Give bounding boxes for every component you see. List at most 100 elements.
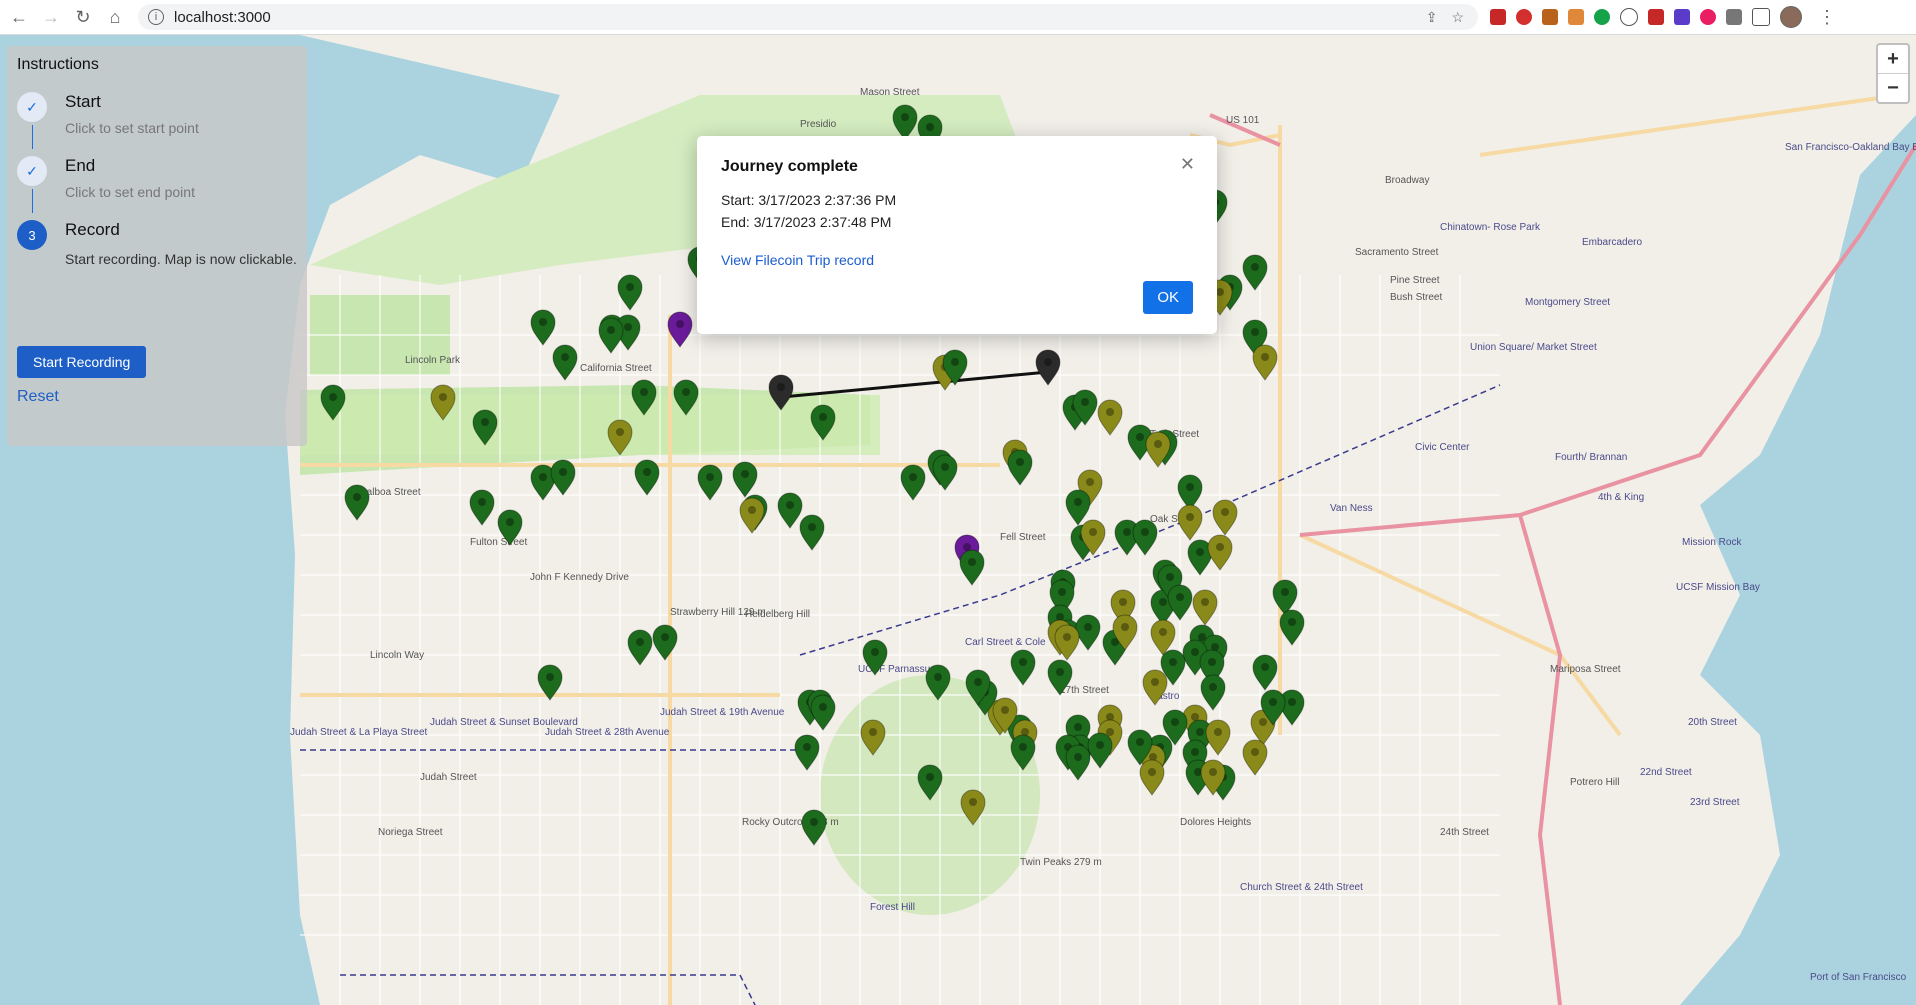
map-pin-center [934,673,942,681]
zoom-in-button[interactable]: + [1878,45,1908,73]
map-pin-center [941,463,949,471]
map-pin-center [1123,528,1131,536]
step-connector [32,125,33,149]
address-bar[interactable]: i localhost:3000 ⇪ ☆ [138,4,1478,30]
map-pin-center [951,358,959,366]
map-pin-center [741,470,749,478]
svg-text:Mason Street: Mason Street [860,87,920,98]
svg-text:San Francisco-Oakland Bay Brid: San Francisco-Oakland Bay Bridge West Sp… [1785,142,1916,153]
zoom-control: + − [1876,43,1910,104]
map-pin-center [1196,728,1204,736]
svg-text:Forest Hill: Forest Hill [870,902,915,913]
svg-text:Lincoln Way: Lincoln Way [370,650,424,661]
step-record: 3 Record Start recording. Map is now cli… [17,220,297,270]
map-pin-center [1148,768,1156,776]
map-pin-center [1084,623,1092,631]
map-pin-center [607,326,615,334]
map-pin-center [1176,593,1184,601]
svg-text:Union Square/ Market Street: Union Square/ Market Street [1470,342,1597,353]
svg-text:Lincoln Park: Lincoln Park [405,355,461,366]
info-icon[interactable]: i [148,9,164,25]
zoom-out-button[interactable]: − [1878,73,1908,102]
map-pin-center [1081,398,1089,406]
svg-text:Fell Street: Fell Street [1000,532,1046,543]
map-pin-center [329,393,337,401]
extension-icon[interactable] [1490,9,1506,25]
svg-text:Judah Street & 28th Avenue: Judah Street & 28th Avenue [545,727,670,738]
map-pin-center [869,728,877,736]
map-pin-center [819,703,827,711]
map-pin-center [481,418,489,426]
map-pin-center [1251,748,1259,756]
svg-text:Mariposa Street: Mariposa Street [1550,664,1621,675]
map-pin-center [1216,288,1224,296]
map-pin-center [1089,528,1097,536]
back-icon[interactable]: ← [6,4,32,30]
share-icon[interactable]: ⇪ [1426,9,1438,26]
svg-text:Judah Street & 19th Avenue: Judah Street & 19th Avenue [660,707,785,718]
check-icon: ✓ [17,156,47,186]
reset-link[interactable]: Reset [17,388,59,406]
map-pin-center [706,473,714,481]
map-pin-center [1056,668,1064,676]
sidebar-icon[interactable] [1752,8,1770,26]
forward-icon[interactable]: → [38,4,64,30]
profile-avatar[interactable] [1780,6,1802,28]
map-pin-center [439,393,447,401]
map-pin-center [1196,548,1204,556]
home-icon[interactable]: ⌂ [102,4,128,30]
map-pin-center [353,493,361,501]
map-pin-center [901,113,909,121]
map-pin-center [1201,598,1209,606]
map-pin-center [1044,358,1052,366]
close-icon[interactable]: ✕ [1180,154,1195,175]
extension-icon[interactable] [1542,9,1558,25]
reload-icon[interactable]: ↻ [70,4,96,30]
map-pin-center [1016,458,1024,466]
url-text: localhost:3000 [174,8,271,26]
filecoin-trip-record-link[interactable]: View Filecoin Trip record [721,252,1193,268]
svg-text:4th & King: 4th & King [1598,492,1644,503]
svg-text:Potrero Hill: Potrero Hill [1570,777,1619,788]
extension-icon[interactable] [1674,9,1690,25]
map-pin-center [748,506,756,514]
puzzle-icon[interactable] [1726,9,1742,25]
adblock-icon[interactable] [1516,9,1532,25]
map-pin-center [561,353,569,361]
svg-text:California Street: California Street [580,363,652,374]
map-pin-center [1251,263,1259,271]
svg-text:Judah Street: Judah Street [420,772,477,783]
color-picker-icon[interactable] [1700,9,1716,25]
map-pin-center [968,558,976,566]
map-pin-center [1136,738,1144,746]
map-pin-center [1151,678,1159,686]
start-recording-button[interactable]: Start Recording [17,346,147,378]
metamask-icon[interactable] [1568,9,1584,25]
svg-text:Van Ness: Van Ness [1330,503,1373,514]
svg-text:Church Street & 24th Street: Church Street & 24th Street [1240,882,1363,893]
menu-kebab-icon[interactable]: ⋮ [1818,7,1836,28]
map-pin-center [1261,353,1269,361]
map-pin-center [1136,433,1144,441]
map-pin-center [1191,748,1199,756]
map-pin-center [1191,648,1199,656]
grammarly-icon[interactable] [1594,9,1610,25]
ok-button[interactable]: OK [1143,281,1193,314]
map-pin-center [926,123,934,131]
bookmark-star-icon[interactable]: ☆ [1451,9,1464,26]
step-title: Record [65,220,120,239]
map-pin-center [1209,683,1217,691]
step-number-badge: 3 [17,220,47,250]
map-pin-center [1159,628,1167,636]
map-pin-center [1208,658,1216,666]
svg-text:17th Street: 17th Street [1060,685,1109,696]
map-pin-center [786,501,794,509]
map-pin-center [1063,633,1071,641]
map-pin-center [1074,753,1082,761]
svg-text:Noriega Street: Noriega Street [378,827,443,838]
map-pin-center [810,818,818,826]
extension-icon[interactable] [1620,8,1638,26]
extension-icon[interactable] [1648,9,1664,25]
step-end: ✓ End Click to set end point [17,156,297,213]
map-pin-center [1171,718,1179,726]
